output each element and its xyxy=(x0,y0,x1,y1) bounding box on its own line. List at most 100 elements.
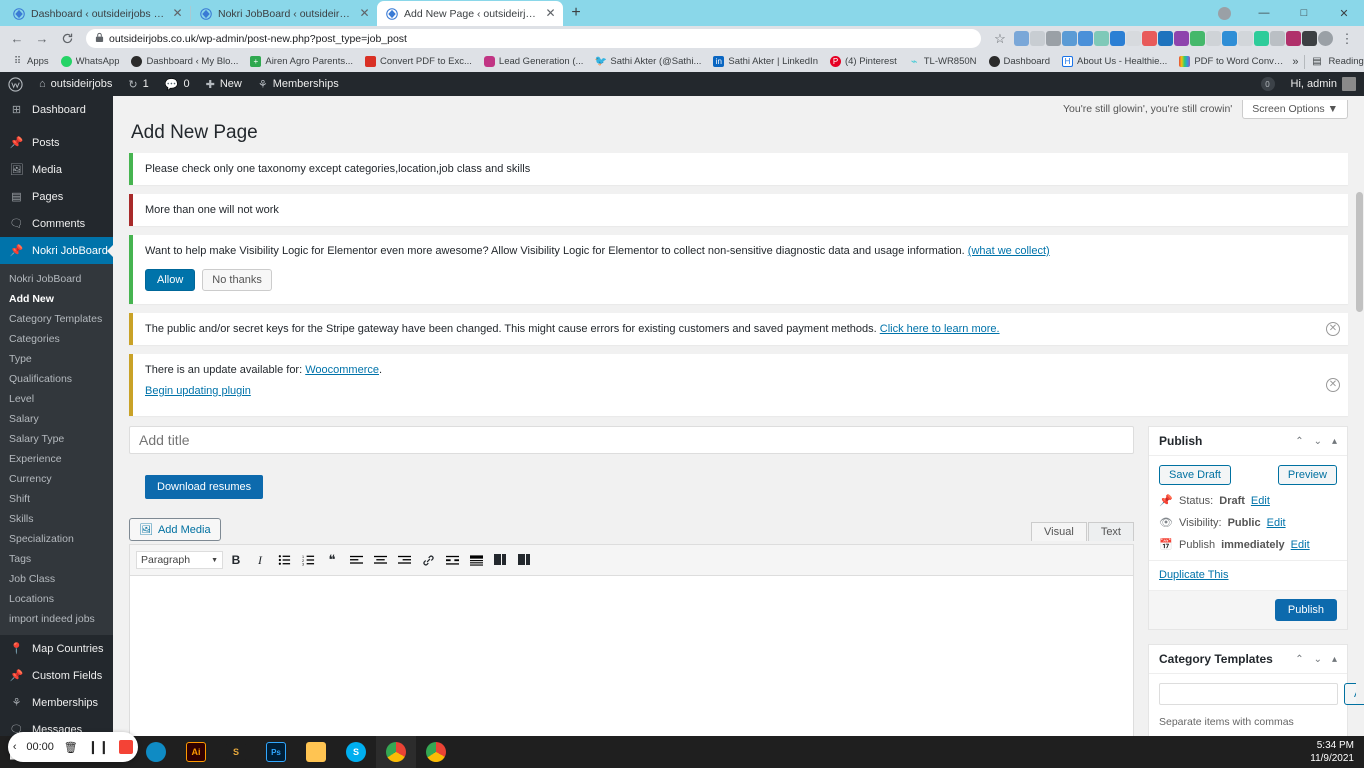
sidebar-item-media[interactable]: 🖼 Media xyxy=(0,156,113,183)
sidebar-item-dashboard[interactable]: ⊞ Dashboard xyxy=(0,96,113,123)
move-up-icon[interactable]: ⌃ xyxy=(1295,654,1303,665)
submenu-item-category-templates[interactable]: Category Templates xyxy=(0,309,113,329)
download-resumes-button[interactable]: Download resumes xyxy=(145,475,264,499)
extension-icon-16[interactable] xyxy=(1254,31,1269,46)
chrome-menu-icon[interactable]: ⋮ xyxy=(1336,28,1358,50)
taskbar-app-illustrator[interactable]: Ai xyxy=(176,736,216,768)
taskbar-app-chrome-2[interactable] xyxy=(416,736,456,768)
taskbar-app-sublime[interactable]: S xyxy=(216,736,256,768)
editor-content-area[interactable] xyxy=(130,576,1133,736)
submenu-item-categories[interactable]: Categories xyxy=(0,329,113,349)
bookmark-about-us[interactable]: H About Us - Healthie... xyxy=(1056,53,1173,71)
taskbar-app-chrome-1[interactable] xyxy=(376,736,416,768)
bold-icon[interactable]: B xyxy=(225,550,247,570)
save-draft-button[interactable]: Save Draft xyxy=(1159,465,1231,485)
bookmark-sathi-twitter[interactable]: 🐦 Sathi Akter (@Sathi... xyxy=(589,53,707,71)
edit-visibility-link[interactable]: Edit xyxy=(1267,517,1286,529)
extension-icon-11[interactable] xyxy=(1174,31,1189,46)
align-center-icon[interactable] xyxy=(369,550,391,570)
duplicator-icon[interactable] xyxy=(489,550,511,570)
dismiss-notice-button[interactable]: ✕ xyxy=(1326,322,1340,336)
bookmark-pdf-to-word[interactable]: PDF to Word Conve... xyxy=(1173,53,1292,71)
browser-tab-3[interactable]: Add New Page ‹ outsideirjobs — ✕ xyxy=(377,1,563,26)
sidebar-item-posts[interactable]: 📌 Posts xyxy=(0,129,113,156)
submenu-item-level[interactable]: Level xyxy=(0,389,113,409)
bookmarks-overflow-button[interactable]: » xyxy=(1292,56,1298,68)
post-title-input[interactable] xyxy=(129,426,1134,454)
submenu-item-job-class[interactable]: Job Class xyxy=(0,569,113,589)
bookmark-convert-pdf[interactable]: Convert PDF to Exc... xyxy=(359,53,478,71)
avatar-icon[interactable] xyxy=(1318,31,1333,46)
extension-icon-14[interactable] xyxy=(1222,31,1237,46)
puzzle-extension-icon[interactable] xyxy=(1302,31,1317,46)
edit-publish-date-link[interactable]: Edit xyxy=(1291,539,1310,551)
browser-tab-2[interactable]: Nokri JobBoard ‹ outsideirjobs — ✕ xyxy=(191,1,377,26)
begin-updating-plugin-link[interactable]: Begin updating plugin xyxy=(145,385,251,397)
blockquote-icon[interactable]: ❝ xyxy=(321,550,343,570)
submenu-item-locations[interactable]: Locations xyxy=(0,589,113,609)
extension-icon-8[interactable] xyxy=(1126,31,1141,46)
close-window-button[interactable]: ✕ xyxy=(1324,0,1364,26)
taskbar-app-skype[interactable]: S xyxy=(336,736,376,768)
bullet-list-icon[interactable] xyxy=(273,550,295,570)
site-name-menu[interactable]: ⌂ outsideirjobs xyxy=(31,72,120,96)
sidebar-item-pages[interactable]: ▤ Pages xyxy=(0,183,113,210)
notifications-badge[interactable]: 0 xyxy=(1253,72,1283,96)
extension-icon-13[interactable] xyxy=(1206,31,1221,46)
scrollbar-thumb[interactable] xyxy=(1356,192,1363,312)
extension-icon-7[interactable] xyxy=(1110,31,1125,46)
bookmark-lead-generation[interactable]: Lead Generation (... xyxy=(478,53,590,71)
chevron-left-icon[interactable]: ‹ xyxy=(13,741,17,753)
bookmark-apps[interactable]: ⠿ Apps xyxy=(6,53,55,71)
bookmark-pinterest[interactable]: P (4) Pinterest xyxy=(824,53,903,71)
tab-text[interactable]: Text xyxy=(1087,522,1134,541)
submenu-item-shift[interactable]: Shift xyxy=(0,489,113,509)
submenu-item-tags[interactable]: Tags xyxy=(0,549,113,569)
profile-dot-icon[interactable] xyxy=(1204,0,1244,26)
submenu-item-salary[interactable]: Salary xyxy=(0,409,113,429)
maximize-button[interactable]: □ xyxy=(1284,0,1324,26)
taskbar-clock[interactable]: 5:34 PM 11/9/2021 xyxy=(1310,739,1364,765)
minimize-button[interactable]: — xyxy=(1244,0,1284,26)
extension-icon-17[interactable] xyxy=(1270,31,1285,46)
bookmark-sathi-linkedin[interactable]: in Sathi Akter | LinkedIn xyxy=(707,53,824,71)
new-content-menu[interactable]: ✚ New xyxy=(198,72,250,96)
forward-icon[interactable]: → xyxy=(31,28,53,50)
publish-button[interactable]: Publish xyxy=(1274,599,1337,621)
extension-icon-15[interactable] xyxy=(1238,31,1253,46)
toolbar-toggle-icon[interactable] xyxy=(465,550,487,570)
account-menu[interactable]: Hi, admin xyxy=(1283,72,1364,96)
submenu-item-specialization[interactable]: Specialization xyxy=(0,529,113,549)
submenu-item-currency[interactable]: Currency xyxy=(0,469,113,489)
submenu-item-qualifications[interactable]: Qualifications xyxy=(0,369,113,389)
sidebar-item-comments[interactable]: 🗨 Comments xyxy=(0,210,113,237)
extension-icon-3[interactable] xyxy=(1046,31,1061,46)
reading-list-label[interactable]: Reading list xyxy=(1328,56,1364,67)
preview-button[interactable]: Preview xyxy=(1277,465,1337,485)
taskbar-app-edge[interactable] xyxy=(136,736,176,768)
duplicator-alt-icon[interactable] xyxy=(513,550,535,570)
back-icon[interactable]: ← xyxy=(6,28,28,50)
sidebar-item-nokri-jobboard[interactable]: 📌 Nokri JobBoard xyxy=(0,237,113,264)
extension-icon-10[interactable] xyxy=(1158,31,1173,46)
submenu-item-nokri-jobboard[interactable]: Nokri JobBoard xyxy=(0,269,113,289)
move-down-icon[interactable]: ⌄ xyxy=(1314,436,1322,447)
updates-menu[interactable]: ↻ 1 xyxy=(120,72,156,96)
extension-icon-6[interactable] xyxy=(1094,31,1109,46)
submenu-item-import-indeed-jobs[interactable]: import indeed jobs xyxy=(0,609,113,629)
toggle-panel-icon[interactable]: ▴ xyxy=(1332,436,1337,447)
extension-icon-12[interactable] xyxy=(1190,31,1205,46)
pause-icon[interactable]: ❙❙ xyxy=(87,739,109,755)
numbered-list-icon[interactable]: 123 xyxy=(297,550,319,570)
edit-status-link[interactable]: Edit xyxy=(1251,495,1270,507)
woocommerce-link[interactable]: Woocommerce xyxy=(305,364,379,376)
bookmark-whatsapp[interactable]: WhatsApp xyxy=(55,53,126,71)
star-icon[interactable]: ☆ xyxy=(989,28,1011,50)
bookmark-tplink[interactable]: ⌁ TL-WR850N xyxy=(903,53,983,71)
reload-icon[interactable] xyxy=(56,28,78,50)
italic-icon[interactable]: I xyxy=(249,550,271,570)
bookmark-airen-agro[interactable]: + Airen Agro Parents... xyxy=(244,53,359,71)
extension-icon-18[interactable] xyxy=(1286,31,1301,46)
align-right-icon[interactable] xyxy=(393,550,415,570)
submenu-item-skills[interactable]: Skills xyxy=(0,509,113,529)
